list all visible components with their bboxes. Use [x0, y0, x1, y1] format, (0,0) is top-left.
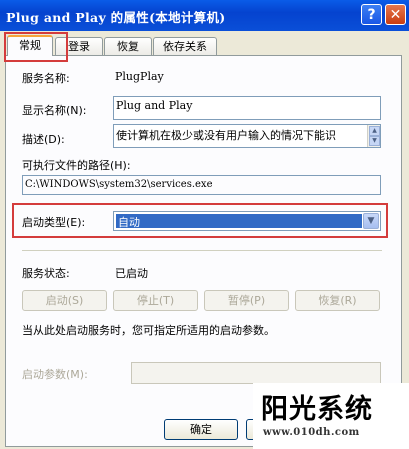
exe-path-field[interactable]: C:\WINDOWS\system32\services.exe	[22, 175, 381, 195]
divider	[22, 250, 382, 251]
description-field[interactable]: 使计算机在极少或没有用户输入的情况下能识 ▲ ▼	[113, 124, 381, 148]
startup-type-label: 启动类型(E):	[22, 216, 86, 229]
display-name-field[interactable]: Plug and Play	[113, 96, 381, 120]
stop-button[interactable]: 停止(T)	[113, 290, 198, 311]
watermark-title: 阳光系统	[261, 394, 373, 425]
question-icon: ?	[367, 7, 376, 23]
resume-button[interactable]: 恢复(R)	[295, 290, 380, 311]
watermark: 阳光系统 www.010dh.com	[253, 383, 409, 449]
help-button[interactable]: ?	[361, 4, 382, 25]
title-bar[interactable]: Plug and Play 的属性(本地计算机) ? ✕	[0, 0, 409, 31]
start-params-input[interactable]	[131, 362, 381, 384]
startup-type-select[interactable]: 自动 ▼	[113, 211, 381, 231]
watermark-url: www.010dh.com	[263, 427, 360, 438]
window-title: Plug and Play 的属性(本地计算机)	[6, 10, 226, 25]
scroll-up-icon[interactable]: ▲	[369, 126, 380, 136]
startup-type-selection: 自动	[116, 214, 362, 229]
description-scrollbar[interactable]: ▲ ▼	[367, 125, 380, 147]
startup-type-value: 自动	[118, 216, 140, 229]
start-params-hint: 当从此处启动服务时，您可指定所适用的启动参数。	[22, 324, 275, 337]
service-status-value: 已启动	[115, 267, 148, 280]
close-icon: ✕	[389, 7, 402, 23]
description-value: 使计算机在极少或没有用户输入的情况下能识	[116, 129, 336, 142]
description-label: 描述(D):	[22, 133, 65, 146]
tab-recovery[interactable]: 恢复	[104, 37, 152, 55]
service-status-label: 服务状态:	[22, 267, 70, 280]
chevron-down-icon[interactable]: ▼	[363, 213, 379, 229]
pause-button[interactable]: 暂停(P)	[204, 290, 289, 311]
ok-button[interactable]: 确定	[164, 419, 238, 440]
service-name-label: 服务名称:	[22, 72, 70, 85]
highlight-tab-general	[4, 32, 68, 62]
tab-dependencies[interactable]: 依存关系	[153, 37, 217, 55]
exe-path-value: C:\WINDOWS\system32\services.exe	[25, 179, 213, 190]
display-name-label: 显示名称(N):	[22, 104, 87, 117]
exe-path-label: 可执行文件的路径(H):	[22, 159, 131, 172]
display-name-value: Plug and Play	[116, 99, 193, 112]
close-button[interactable]: ✕	[385, 4, 406, 25]
start-params-label: 启动参数(M):	[22, 368, 88, 381]
start-button[interactable]: 启动(S)	[22, 290, 107, 311]
scroll-down-icon[interactable]: ▼	[369, 136, 380, 146]
service-name-value: PlugPlay	[115, 70, 164, 83]
